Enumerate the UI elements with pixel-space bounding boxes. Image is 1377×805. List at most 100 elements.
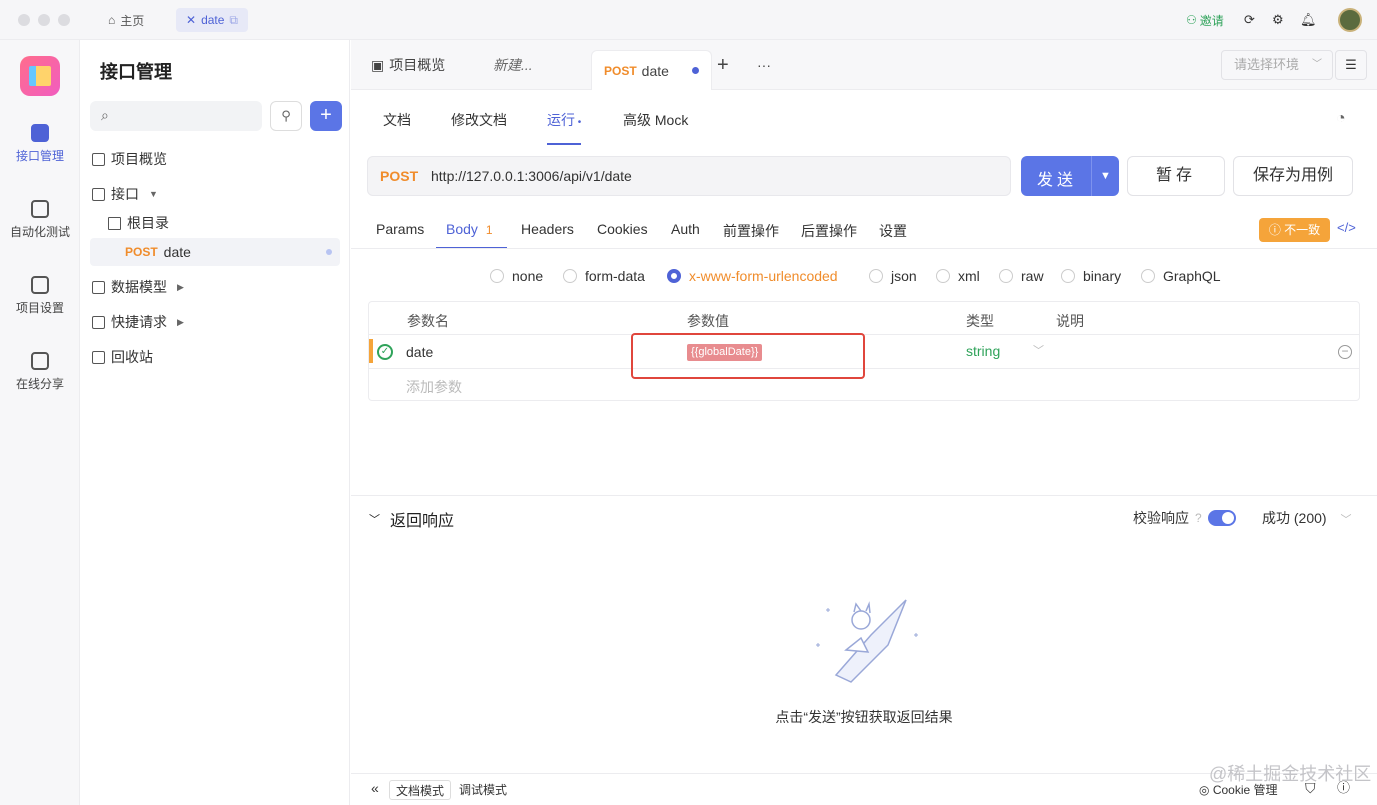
tab-post-date[interactable]: POST date [591,50,712,90]
empty-response-text: 点击“发送”按钮获取返回结果 [775,709,953,725]
send-button[interactable]: 发送 ▼ [1021,156,1119,196]
window-close-dot[interactable] [18,14,30,26]
subtab-doc[interactable]: 文档 [383,110,411,130]
close-icon[interactable]: ✕ [186,13,196,27]
caret-right-icon: ▶ [177,281,184,292]
tree-item-post-date[interactable]: POST date [90,238,340,266]
tab-new[interactable]: 新建... [493,52,533,78]
tree-item-api[interactable]: 接口 ▼ [92,180,342,208]
window-zoom-dot[interactable] [58,14,70,26]
tab-cookies[interactable]: Cookies [597,221,648,237]
tab-headers[interactable]: Headers [521,221,574,237]
api-icon [31,124,49,142]
tab-auth[interactable]: Auth [671,221,700,237]
title-bar: ⌂ 主页 ✕ date ⧉ ⚇ 邀请 ⟳ ⚙ 🔔︎ [0,0,1377,40]
tree-item-quick-requests[interactable]: 快捷请求 ▶ [92,308,342,336]
tab-body[interactable]: Body 1 [436,221,507,249]
tree-item-project-overview[interactable]: 项目概览 [92,145,342,173]
menu-icon[interactable]: ☰ [1335,50,1367,80]
gear-icon[interactable]: ⚙ [1272,10,1284,30]
radio-json[interactable]: json [869,268,917,284]
home-label: 主页 [120,13,145,28]
collapse-icon[interactable]: « [365,778,385,798]
bell-icon[interactable]: 🔔︎ [1300,10,1317,30]
save-as-case-button[interactable]: 保存为用例 [1233,156,1353,196]
rail-item-project-settings[interactable]: 项目设置 [0,276,80,316]
doc-mode-button[interactable]: 文档模式 [389,780,452,800]
more-icon[interactable]: ··· [757,52,771,78]
param-name-cell[interactable]: date [406,344,433,360]
chevron-down-icon[interactable]: ﹀ [1033,342,1044,358]
rail-item-online-share[interactable]: 在线分享 [0,352,80,392]
subtab-run[interactable]: 运行 • [547,110,582,145]
caret-right-icon: ▶ [177,316,184,327]
radio-raw[interactable]: raw [999,268,1044,284]
home-tab[interactable]: ⌂ 主页 [108,10,144,30]
remove-icon[interactable]: − [1338,345,1352,359]
date-window-tab[interactable]: ✕ date ⧉ [176,8,248,32]
highlight-box [631,333,865,379]
watermark: @稀土掘金技术社区 [1209,764,1372,784]
add-param-input[interactable]: 添加参数 [406,377,462,397]
tree-item-recycle-bin[interactable]: 回收站 [92,343,342,371]
left-rail: 接口管理 自动化测试 项目设置 在线分享 [0,40,80,805]
url-bar[interactable]: POST http://127.0.0.1:3006/api/v1/date [367,156,1011,196]
chevron-down-icon: ﹀ [1340,514,1352,526]
debug-mode-button[interactable]: 调试模式 [453,780,513,800]
tree-item-data-models[interactable]: 数据模型 ▶ [92,273,342,301]
tree-item-root-folder[interactable]: 根目录 [108,209,342,237]
code-icon[interactable]: </> [1337,220,1356,235]
verify-toggle[interactable] [1207,510,1236,526]
divider [351,248,1377,249]
rail-item-api-management[interactable]: 接口管理 [0,124,80,164]
sync-icon[interactable]: ⟳ [1244,10,1255,30]
settings-icon [31,276,49,294]
tab-post-request[interactable]: 后置操作 [801,221,857,241]
main-panel: ▣ 项目概览 新建... POST date + ··· 请选择环境 ﹀ ☰ 文… [351,40,1377,805]
header-param-value: 参数值 [687,313,729,329]
add-user-icon: ⚇ [1186,13,1197,27]
row-drag-handle[interactable] [369,339,373,363]
method-select[interactable]: POST [380,168,418,184]
response-toggle[interactable]: ﹀ 返回响应 [369,507,454,531]
chevron-down-icon[interactable]: ▼ [1091,156,1119,196]
lightning-icon [92,315,105,329]
unsaved-dot [326,249,332,255]
subtab-advanced-mock[interactable]: 高级 Mock [623,110,688,130]
radio-x-www-form-urlencoded[interactable]: x-www-form-urlencoded [667,268,838,284]
external-icon: ⧉ [229,12,238,27]
tab-settings[interactable]: 设置 [879,221,907,241]
tab-project-overview[interactable]: ▣ 项目概览 [371,52,445,78]
radio-graphql[interactable]: GraphQL [1141,268,1221,284]
save-draft-button[interactable]: 暂存 [1127,156,1225,196]
new-tab-button[interactable]: + [717,52,729,78]
search-input[interactable]: ⌕ [90,101,262,131]
check-icon[interactable]: ✓ [377,344,393,360]
home-icon: ⌂ [108,13,116,27]
history-icon[interactable]: ◔ [1336,110,1346,128]
param-type-select[interactable]: string [966,343,1000,359]
radio-binary[interactable]: binary [1061,268,1121,284]
radio-form-data[interactable]: form-data [563,268,645,284]
status-select[interactable]: 成功 (200) ﹀ [1262,508,1351,528]
window-minimize-dot[interactable] [38,14,50,26]
tab-pre-request[interactable]: 前置操作 [723,221,779,241]
invite-button[interactable]: ⚇ 邀请 [1186,10,1224,30]
help-icon: ? [1195,511,1202,525]
add-button[interactable]: + [310,101,342,131]
radio-xml[interactable]: xml [936,268,980,284]
inconsistent-badge[interactable]: ⓘ 不一致 [1259,218,1330,242]
api-folder-icon [92,187,105,201]
url-input[interactable]: http://127.0.0.1:3006/api/v1/date [431,168,632,184]
date-tab-label: date [201,13,225,27]
response-header: ﹀ 返回响应 校验响应 ? 成功 (200) ﹀ [351,495,1377,535]
radio-none[interactable]: none [490,268,543,284]
filter-button[interactable]: ⚲ [270,101,302,131]
trash-icon [92,350,105,364]
avatar[interactable] [1338,8,1362,32]
tab-params[interactable]: Params [376,221,424,237]
environment-select[interactable]: 请选择环境 ﹀ [1221,50,1333,80]
rail-item-automation[interactable]: 自动化测试 [0,200,80,240]
rocket-illustration [816,599,918,683]
subtab-edit-doc[interactable]: 修改文档 [451,110,507,130]
